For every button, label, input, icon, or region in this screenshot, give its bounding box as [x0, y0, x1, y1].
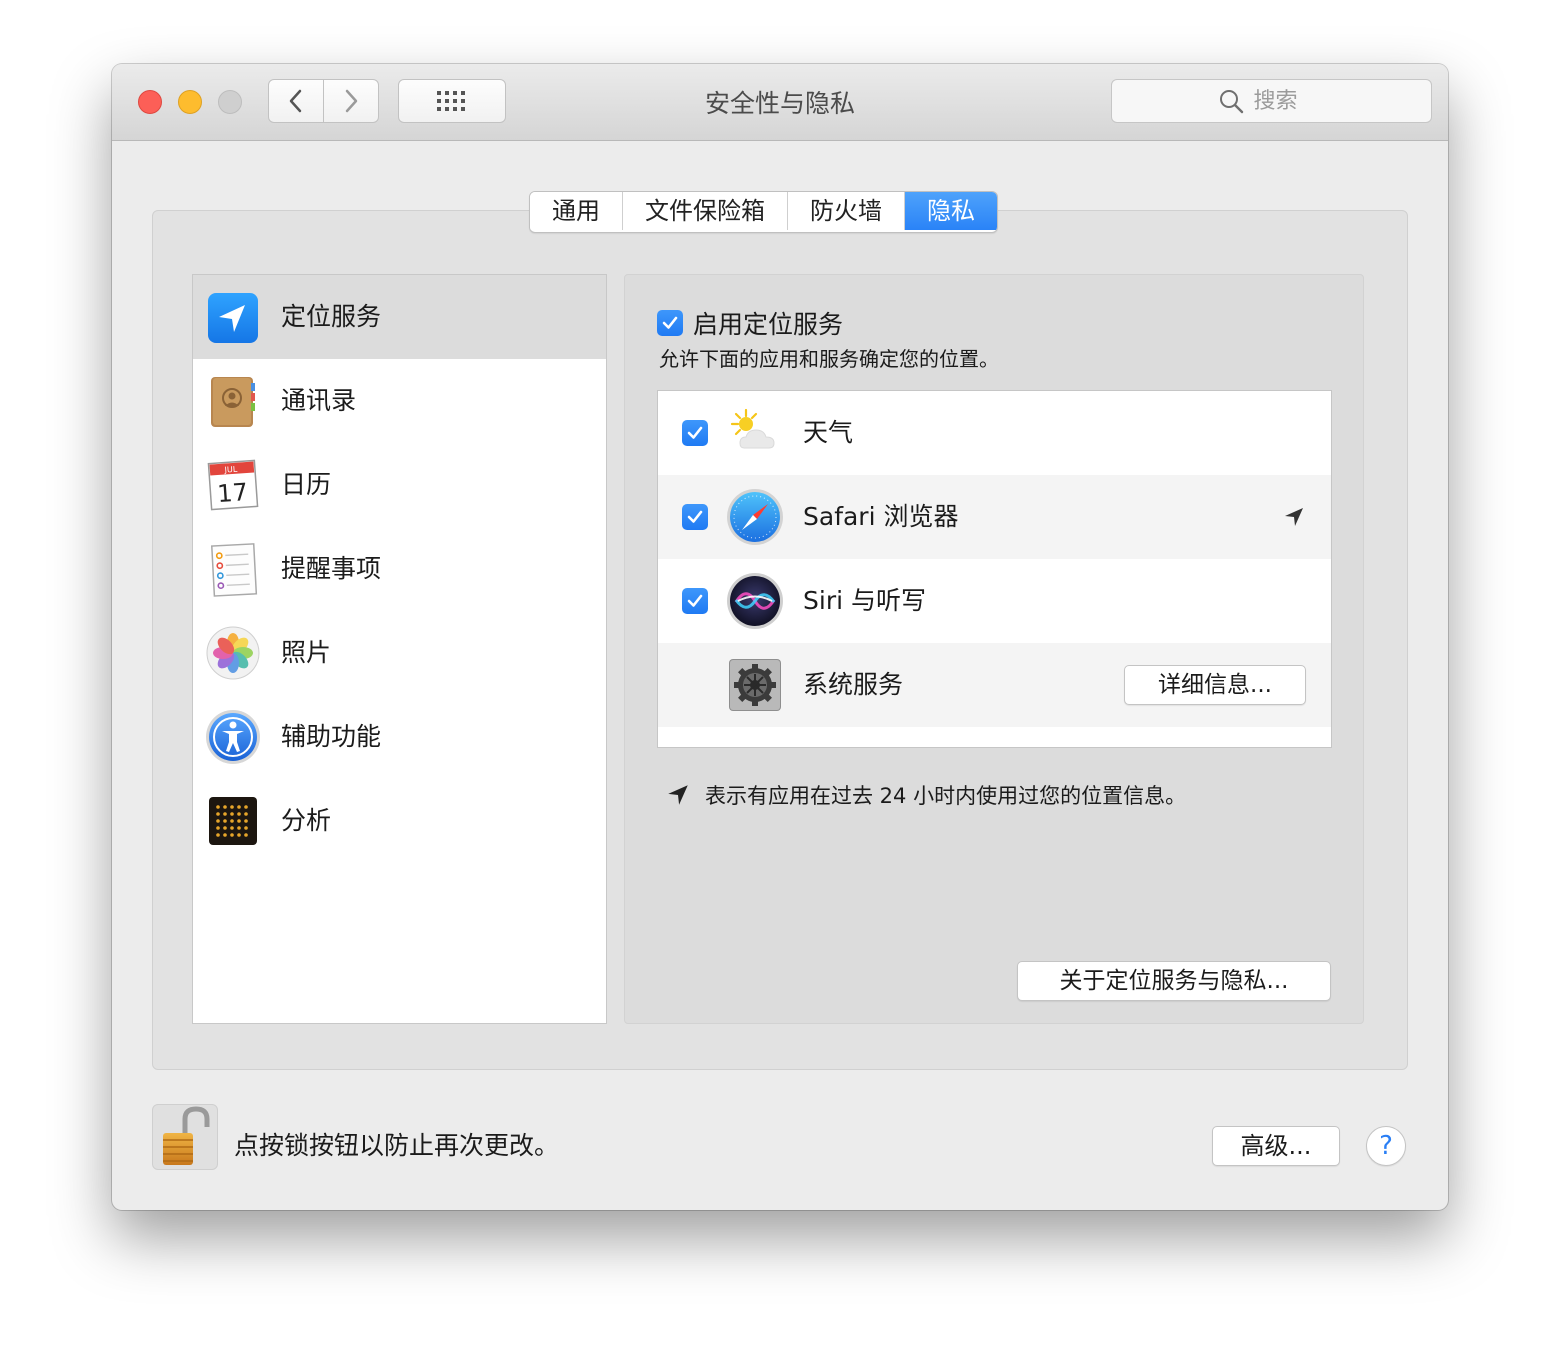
help-button[interactable]: ?: [1366, 1126, 1406, 1166]
chevron-left-icon: [289, 89, 302, 113]
checkmark-icon: [687, 426, 703, 439]
app-checkbox-weather[interactable]: [682, 420, 708, 446]
sidebar-item-label: 提醒事项: [281, 554, 382, 583]
sidebar-item-calendar[interactable]: JUL 17 日历: [193, 443, 606, 527]
system-services-details-button[interactable]: 详细信息...: [1124, 665, 1306, 705]
location-arrow-icon: [1285, 508, 1303, 526]
sidebar-item-label: 日历: [281, 470, 332, 499]
contacts-icon: [211, 377, 255, 427]
sidebar-item-label: 照片: [281, 638, 332, 667]
sidebar-item-label: 定位服务: [281, 302, 382, 331]
app-label-system-services: 系统服务: [803, 670, 904, 699]
app-list: 天气 Safari 浏览器 Siri 与听写 系统服务 详细信息...: [657, 390, 1332, 748]
tab-filevault[interactable]: 文件保险箱: [623, 192, 788, 230]
app-label-siri: Siri 与听写: [803, 586, 926, 615]
close-button[interactable]: [138, 90, 162, 114]
photos-icon: [206, 626, 260, 680]
sidebar-item-location-services[interactable]: 定位服务: [193, 275, 606, 359]
reminders-icon: [210, 543, 258, 597]
title-bar: 安全性与隐私: [112, 64, 1448, 141]
enable-location-services-label: 启用定位服务: [693, 310, 844, 339]
minimize-button[interactable]: [178, 90, 202, 114]
grid-icon: [437, 91, 465, 111]
location-services-description: 允许下面的应用和服务确定您的位置。: [659, 347, 999, 371]
show-all-button[interactable]: [398, 79, 506, 123]
calendar-icon-day: 17: [216, 478, 248, 508]
app-label-weather: 天气: [803, 418, 854, 447]
preferences-window: 安全性与隐私 通用 文件保险箱 防火墙 隐私 定位服务: [112, 64, 1448, 1210]
system-services-gear-icon: [729, 659, 781, 711]
search-input[interactable]: [1251, 87, 1326, 115]
sidebar-item-label: 通讯录: [281, 386, 357, 415]
tab-bar: 通用 文件保险箱 防火墙 隐私: [529, 191, 998, 233]
recent-use-legend-text: 表示有应用在过去 24 小时内使用过您的位置信息。: [705, 784, 1187, 808]
sidebar-item-label: 分析: [281, 806, 332, 835]
sidebar-item-photos[interactable]: 照片: [193, 611, 606, 695]
sidebar-item-reminders[interactable]: 提醒事项: [193, 527, 606, 611]
sidebar-item-contacts[interactable]: 通讯录: [193, 359, 606, 443]
checkmark-icon: [687, 594, 703, 607]
sidebar-item-analytics[interactable]: 分析: [193, 779, 606, 863]
location-services-icon: [208, 293, 258, 343]
chevron-right-icon: [345, 89, 358, 113]
app-row-weather: 天气: [658, 391, 1331, 475]
sidebar-item-label: 辅助功能: [281, 722, 382, 751]
privacy-category-list: 定位服务 通讯录 JUL 17 日历 提醒事项 照片 辅助功能 分析: [192, 274, 607, 1024]
tab-privacy[interactable]: 隐私: [905, 192, 997, 230]
accessibility-icon: [206, 710, 260, 764]
tab-general[interactable]: 通用: [530, 192, 623, 230]
unlocked-padlock-icon: [163, 1106, 210, 1165]
lock-button[interactable]: [152, 1104, 218, 1170]
app-row-system-services: 系统服务 详细信息...: [658, 643, 1331, 727]
app-checkbox-siri[interactable]: [682, 588, 708, 614]
zoom-button: [218, 90, 242, 114]
calendar-icon: JUL 17: [207, 459, 259, 511]
lock-hint-text: 点按锁按钮以防止再次更改。: [234, 1131, 560, 1160]
location-services-panel: 启用定位服务 允许下面的应用和服务确定您的位置。 天气 Safari 浏览器 S…: [624, 274, 1364, 1024]
advanced-button[interactable]: 高级...: [1212, 1126, 1340, 1166]
app-checkbox-safari[interactable]: [682, 504, 708, 530]
location-arrow-icon: [668, 785, 688, 805]
app-row-siri: Siri 与听写: [658, 559, 1331, 643]
app-label-safari: Safari 浏览器: [803, 502, 959, 531]
recent-use-legend: 表示有应用在过去 24 小时内使用过您的位置信息。: [665, 780, 1186, 810]
safari-icon: [727, 489, 783, 545]
analytics-icon: [209, 797, 257, 845]
forward-button[interactable]: [323, 79, 379, 123]
calendar-icon-month: JUL: [223, 465, 238, 475]
app-row-safari: Safari 浏览器: [658, 475, 1331, 559]
checkmark-icon: [662, 316, 678, 329]
weather-icon: [730, 408, 775, 449]
search-field[interactable]: [1111, 79, 1432, 123]
search-icon: [1219, 90, 1243, 114]
enable-location-services-row: 启用定位服务: [657, 305, 843, 341]
enable-location-services-checkbox[interactable]: [657, 310, 683, 336]
sidebar-item-accessibility[interactable]: 辅助功能: [193, 695, 606, 779]
tab-firewall[interactable]: 防火墙: [788, 192, 905, 230]
checkmark-icon: [687, 510, 703, 523]
back-button[interactable]: [268, 79, 324, 123]
about-location-privacy-button[interactable]: 关于定位服务与隐私...: [1017, 961, 1331, 1001]
siri-icon: [727, 573, 783, 629]
